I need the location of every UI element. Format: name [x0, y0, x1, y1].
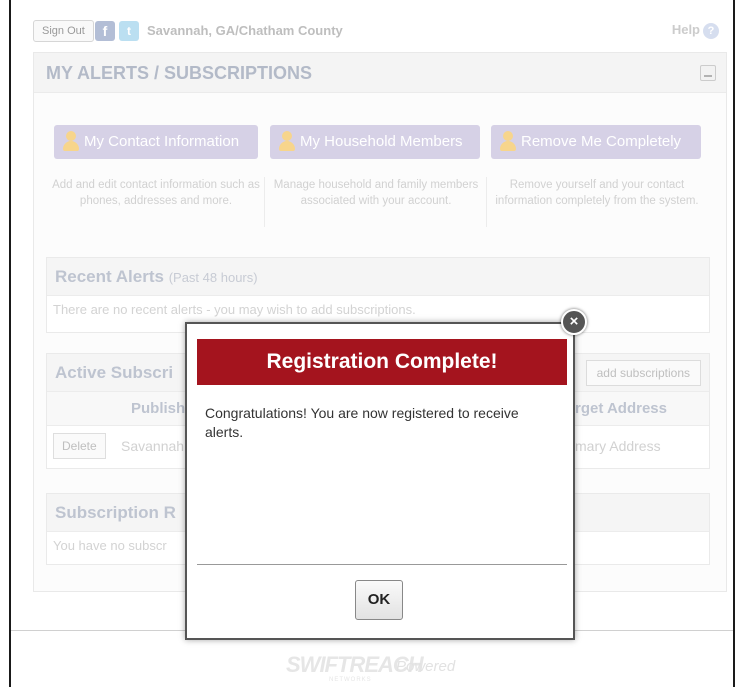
registration-dialog: Registration Complete! Congratulations! … [185, 322, 575, 640]
close-icon[interactable]: × [561, 309, 587, 335]
divider [197, 564, 567, 565]
window-frame-right [733, 0, 735, 687]
ok-button[interactable]: OK [355, 580, 403, 620]
dialog-message: Congratulations! You are now registered … [205, 405, 519, 440]
powered-label: Powered [396, 658, 456, 675]
dialog-title: Registration Complete! [197, 339, 567, 385]
networks-label: NETWORKS [329, 677, 372, 683]
